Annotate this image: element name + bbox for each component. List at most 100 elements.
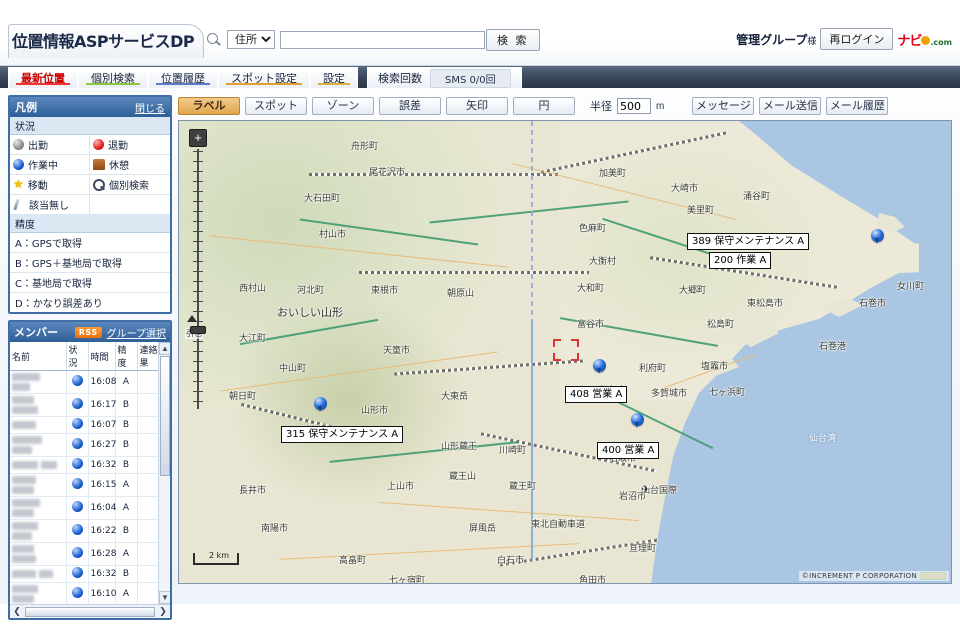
map-marker-400[interactable] xyxy=(631,413,644,428)
table-row[interactable]: 16:22 B xyxy=(10,519,170,543)
map-place-label: 朝日町 xyxy=(229,392,257,402)
map-label-400[interactable]: 400 営業 A xyxy=(597,442,660,459)
map-marker-389[interactable] xyxy=(871,229,884,244)
tab-latest-position[interactable]: 最新位置 xyxy=(8,67,78,88)
member-time-cell: 16:32 xyxy=(88,456,116,474)
member-table-header-row: 名前 状況 時間 精度 連絡結果 xyxy=(10,342,170,371)
tab-position-history[interactable]: 位置履歴 xyxy=(148,67,218,88)
header-search: 住所 xyxy=(206,30,485,49)
tool-circle-button[interactable]: 円 xyxy=(513,97,575,115)
table-row[interactable]: 16:28 A xyxy=(10,542,170,566)
zoom-slider-thumb[interactable] xyxy=(190,326,206,334)
member-time-cell: 16:04 xyxy=(88,496,116,520)
map-label-408[interactable]: 408 営業 A xyxy=(565,386,628,403)
group-select-link[interactable]: グループ選択 xyxy=(107,325,166,340)
table-row[interactable]: 16:07 B xyxy=(10,416,170,434)
scroll-down-arrow-icon[interactable]: ▼ xyxy=(159,591,170,604)
table-row[interactable]: 16:04 A xyxy=(10,496,170,520)
redacted-name xyxy=(39,569,53,578)
map-provider-logo-icon xyxy=(920,572,946,580)
tab-individual-search[interactable]: 個別検索 xyxy=(78,67,148,88)
table-row[interactable]: 16:27 B xyxy=(10,433,170,457)
tab-spot-settings[interactable]: スポット設定 xyxy=(218,67,310,88)
blue-ball-icon xyxy=(71,478,83,489)
map-label-315[interactable]: 315 保守メンテナンス A xyxy=(281,426,404,443)
tool-arrow-button[interactable]: 矢印 xyxy=(446,97,508,115)
table-row[interactable]: 16:32 B xyxy=(10,565,170,583)
rss-badge[interactable]: RSS xyxy=(74,326,102,338)
map-label-389[interactable]: 389 保守メンテナンス A xyxy=(687,233,810,250)
member-accuracy-cell: A xyxy=(115,542,138,566)
tool-spot-button[interactable]: スポット xyxy=(245,97,307,115)
member-status-cell xyxy=(66,565,89,583)
message-button[interactable]: メッセージ xyxy=(692,97,755,115)
map-place-label: 大郷町 xyxy=(679,286,707,296)
left-sidebar: 凡例 閉じる 状況 出勤 退勤 作業中 休憩 ★ 移動 個別検索 該当無し 精度… xyxy=(8,95,172,626)
scroll-up-arrow-icon[interactable]: ▲ xyxy=(159,342,170,355)
member-name-cell xyxy=(10,370,67,394)
search-input[interactable] xyxy=(280,30,485,49)
header-account: 管理グループ様 再ログイン ナビ .com xyxy=(736,28,952,50)
tool-error-button[interactable]: 誤差 xyxy=(379,97,441,115)
sms-count-badge: SMS 0/0回 xyxy=(430,68,511,88)
legend-close-link[interactable]: 閉じる xyxy=(135,100,165,115)
legend-panel-header: 凡例 閉じる xyxy=(10,97,170,117)
map-canvas[interactable]: 舟形町 尾花沢市 加美町 大崎市 美里町 涌谷町 大石田町 色麻町 村山市 大衡村 女川町 西村山 河北… xyxy=(179,121,951,583)
member-title: メンバー xyxy=(14,326,58,339)
map-label-200[interactable]: 200 作業 A xyxy=(709,252,772,269)
pan-arrow-icon[interactable] xyxy=(187,315,197,322)
member-status-cell xyxy=(66,473,89,497)
mail-history-button[interactable]: メール履歴 xyxy=(826,97,889,115)
table-row[interactable]: 16:08 A xyxy=(10,370,170,394)
zoom-in-button[interactable]: + xyxy=(189,129,207,147)
map-toolbar: ラベル スポット ゾーン 誤差 矢印 円 半径 m メッセージ メール送信 メー… xyxy=(178,95,952,117)
blue-ball-icon xyxy=(71,547,83,558)
scroll-right-arrow-icon[interactable]: ❯ xyxy=(158,606,168,617)
col-time: 時間 xyxy=(88,342,116,371)
legend-item-label: 退勤 xyxy=(108,141,128,152)
member-time-cell: 16:10 xyxy=(88,582,116,604)
table-row[interactable]: 16:10 A xyxy=(10,582,170,604)
zoom-tick xyxy=(193,181,203,182)
map-place-label: 朝原山 xyxy=(447,289,475,299)
search-button[interactable]: 検 索 xyxy=(486,29,540,51)
blue-ball-icon xyxy=(13,159,24,170)
map-scale-bar: 2 km xyxy=(193,551,239,565)
member-name-cell xyxy=(10,565,67,583)
tool-zone-button[interactable]: ゾーン xyxy=(312,97,374,115)
table-row[interactable]: 16:15 A xyxy=(10,473,170,497)
scroll-left-arrow-icon[interactable]: ❮ xyxy=(12,606,22,617)
redacted-name xyxy=(12,420,36,429)
member-list-scrollbar[interactable]: ▲ ▼ xyxy=(158,342,170,604)
search-icon xyxy=(206,32,222,48)
member-time-cell: 16:27 xyxy=(88,433,116,457)
member-accuracy-cell: A xyxy=(115,496,138,520)
table-row[interactable]: 16:17 B xyxy=(10,393,170,417)
mail-send-button[interactable]: メール送信 xyxy=(759,97,822,115)
tool-label-button[interactable]: ラベル xyxy=(178,97,240,115)
redacted-name xyxy=(12,435,42,444)
map-selection-box[interactable] xyxy=(553,339,579,361)
member-status-cell xyxy=(66,519,89,543)
map-place-label: 富谷市 xyxy=(577,320,605,330)
member-list[interactable]: 名前 状況 時間 精度 連絡結果 16:08 A 16:17 B 16:07 B 16:27… xyxy=(10,342,170,604)
hscrollbar-thumb[interactable] xyxy=(25,606,155,617)
relogin-button[interactable]: 再ログイン xyxy=(820,28,894,50)
scrollbar-thumb[interactable] xyxy=(160,356,170,476)
radius-input[interactable] xyxy=(617,98,651,114)
member-list-hscrollbar[interactable]: ❮ ❯ xyxy=(10,604,170,618)
search-type-select[interactable]: 住所 xyxy=(227,30,275,49)
map-marker-408[interactable] xyxy=(593,359,606,374)
redacted-name xyxy=(12,395,34,404)
map-place-label: 上山市 xyxy=(387,482,415,492)
blue-ball-icon xyxy=(71,458,83,469)
map-zoom-control[interactable]: + 引也 xyxy=(185,129,209,429)
member-name-cell xyxy=(10,473,67,497)
member-status-cell xyxy=(66,456,89,474)
table-row[interactable]: 16:32 B xyxy=(10,456,170,474)
blue-ball-icon xyxy=(71,587,83,598)
map-viewport[interactable]: 舟形町 尾花沢市 加美町 大崎市 美里町 涌谷町 大石田町 色麻町 村山市 大衡村 女川町 西村山 河北… xyxy=(178,120,952,584)
map-marker-315[interactable] xyxy=(314,397,327,412)
zoom-tick xyxy=(193,401,203,402)
tab-settings[interactable]: 設定 xyxy=(310,67,358,88)
